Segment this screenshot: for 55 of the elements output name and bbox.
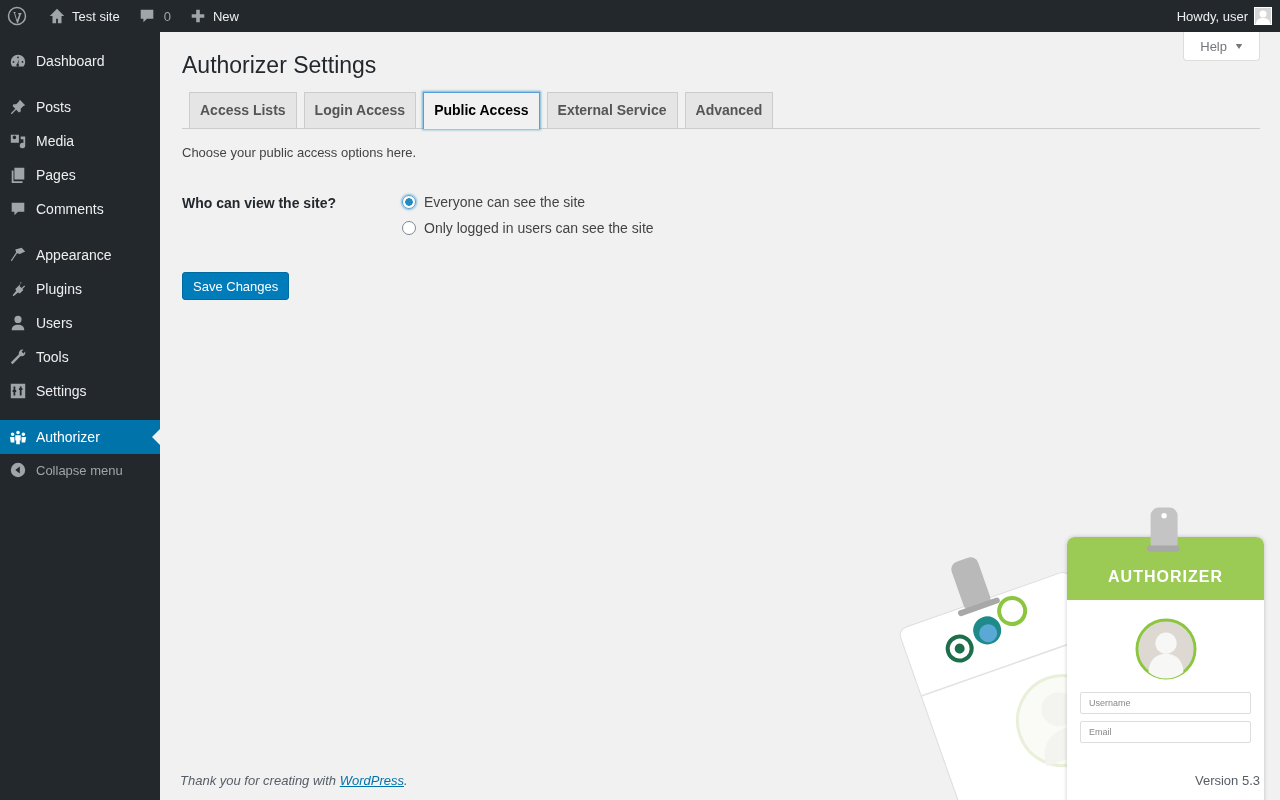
radio-button[interactable] [402,195,416,209]
menu-item[interactable]: Posts [0,90,160,124]
sliders-icon [9,382,27,400]
collapse-menu-button[interactable]: Collapse menu [0,454,160,486]
collapse-icon [9,461,27,479]
radio-button[interactable] [402,221,416,235]
badge-field: Email [1080,721,1251,743]
wordpress-logo-icon[interactable] [7,6,27,26]
site-name: Test site [72,8,120,24]
speech-bubble-icon [9,200,27,218]
people-icon [9,428,27,446]
avatar-icon [1254,7,1272,25]
brush-icon [9,246,27,264]
account-link[interactable]: Howdy, user [1168,0,1280,32]
new-link[interactable]: New [180,0,249,32]
wordpress-link[interactable]: WordPress [339,773,404,788]
menu-item[interactable]: Dashboard [0,44,160,78]
new-label: New [212,8,239,24]
field-label: Who can view the site? [182,194,338,213]
menu-item[interactable]: Comments [0,192,160,226]
radio-option[interactable]: Only logged in users can see the site [402,220,654,236]
help-tab[interactable]: Help [1183,32,1260,61]
badge-field: Username [1080,692,1251,714]
menu-item[interactable]: Tools [0,340,160,374]
caret-icon [1235,43,1243,49]
pin-icon [9,98,27,116]
settings-tab[interactable]: Advanced [684,92,774,128]
page-title: Authorizer Settings [182,52,378,78]
menu-item[interactable]: Settings [0,374,160,408]
radio-option[interactable]: Everyone can see the site [402,194,654,210]
menu-item[interactable]: Authorizer [0,420,160,454]
menu-item[interactable]: Plugins [0,272,160,306]
menu-item[interactable]: Media [0,124,160,158]
footer-credit: Thank you for creating with WordPress. [180,773,408,788]
menu-item[interactable]: Appearance [0,238,160,272]
comments-link[interactable]: 0 [129,0,181,32]
avatar-icon [1134,618,1197,680]
save-changes-button[interactable]: Save Changes [182,272,290,300]
menu-item[interactable]: Pages [0,158,160,192]
intro-text: Choose your public access options here. [182,145,418,160]
site-name-link[interactable]: Test site [40,0,130,32]
settings-tab[interactable]: External Service [546,92,678,128]
badge-title: AUTHORIZER [1108,568,1223,586]
home-icon [48,7,66,25]
greeting: Howdy, user [1176,8,1248,24]
person-icon [9,314,27,332]
settings-tab[interactable]: Access Lists [189,92,297,128]
settings-tab[interactable]: Public Access [423,92,540,129]
settings-tab[interactable]: Login Access [303,92,417,128]
menu-item[interactable]: Users [0,306,160,340]
pages-icon [9,166,27,184]
comment-count: 0 [163,8,171,24]
version-text: Version 5.3 [1194,773,1260,788]
media-icon [9,132,27,150]
wrench-icon [9,348,27,366]
